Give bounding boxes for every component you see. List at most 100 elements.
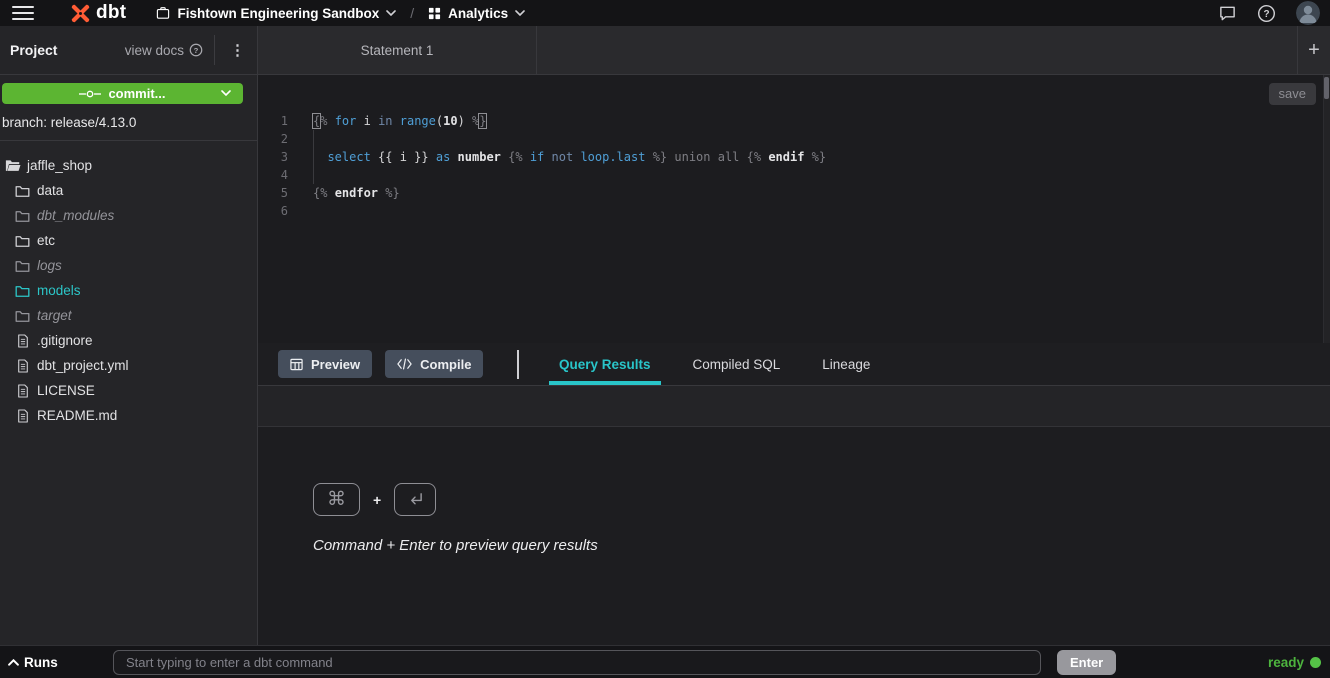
dbt-logo-icon [70,3,91,24]
tree-item-label: etc [37,233,55,248]
tab-query-results[interactable]: Query Results [549,343,661,385]
command-key-glyph: ⌘ [327,490,346,509]
line-number: 3 [258,148,295,166]
code-text: {% endfor %} [295,184,400,202]
indent-guide [313,130,314,184]
project-menu[interactable]: Analytics [428,6,525,21]
tree-item-label: data [37,183,63,198]
line-number: 1 [258,112,295,130]
commit-button-label: commit... [108,86,165,101]
tree-item-README.md[interactable]: README.md [0,403,257,428]
hamburger-menu-icon[interactable] [12,6,34,20]
sidebar-title: Project [10,42,57,58]
user-avatar[interactable] [1296,1,1320,25]
folder-icon [14,234,31,247]
tree-item-dbt_modules[interactable]: dbt_modules [0,203,257,228]
tree-item-label: logs [37,258,62,273]
tree-item-label: dbt_modules [37,208,114,223]
line-number: 6 [258,202,295,220]
top-bar: dbt Fishtown Engineering Sandbox / Analy… [0,0,1330,26]
code-line: 4 [258,166,1330,184]
tree-item-.gitignore[interactable]: .gitignore [0,328,257,353]
tree-item-data[interactable]: data [0,178,257,203]
preview-button-label: Preview [311,357,360,372]
editor-tab-bar: Statement 1 + [258,26,1330,75]
tree-item-label: models [37,283,81,298]
code-text: select {{ i }} as number {% if not loop.… [295,148,826,166]
results-subheader [258,386,1330,427]
tab-compiled-sql[interactable]: Compiled SQL [683,343,791,385]
tree-item-label: dbt_project.yml [37,358,129,373]
branch-label: branch: release/4.13.0 [2,115,257,130]
tree-item-logs[interactable]: logs [0,253,257,278]
new-tab-button[interactable]: + [1297,26,1330,74]
view-docs-label: view docs [125,43,184,58]
help-icon[interactable]: ? [1257,4,1276,23]
runs-toggle[interactable]: Runs [8,655,105,670]
tree-item-etc[interactable]: etc [0,228,257,253]
compile-button-label: Compile [420,357,471,372]
toolbar-divider [517,350,519,379]
tree-item-label: jaffle_shop [27,158,92,173]
tree-item-models[interactable]: models [0,278,257,303]
folder-icon [14,284,31,297]
tree-item-dbt_project.yml[interactable]: dbt_project.yml [0,353,257,378]
shortcut-hint: ⌘ + Command + Enter to preview query res… [313,483,598,554]
code-text [295,130,320,148]
editor-tab-statement-1[interactable]: Statement 1 [258,26,537,74]
grid-icon [428,7,441,20]
enter-key-icon [394,483,436,516]
code-line: 2 [258,130,1330,148]
preview-button[interactable]: Preview [278,350,372,378]
code-area: 1{% for i in range(10) %}2 3 select {{ i… [258,75,1330,220]
status-label: ready [1268,655,1304,670]
chevron-down-icon [386,10,396,16]
tree-item-target[interactable]: target [0,303,257,328]
dbt-logo[interactable]: dbt [70,3,126,24]
code-text [295,166,320,184]
svg-text:?: ? [194,46,199,55]
tab-lineage[interactable]: Lineage [812,343,880,385]
scrollbar-thumb[interactable] [1324,77,1329,99]
table-icon [290,358,303,371]
tree-item-jaffle_shop[interactable]: jaffle_shop [0,153,257,178]
save-button[interactable]: save [1269,83,1316,105]
sidebar-menu-icon[interactable]: ⋮ [226,41,249,59]
tree-item-label: README.md [37,408,117,423]
enter-button[interactable]: Enter [1057,650,1116,675]
folder-icon [14,184,31,197]
account-menu[interactable]: Fishtown Engineering Sandbox [156,6,396,21]
status-dot [1310,657,1321,668]
file-icon [14,334,31,348]
results-tabs: Query Results Compiled SQL Lineage [549,343,880,385]
header-divider [214,35,215,65]
folder-icon [14,209,31,222]
code-line: 6 [258,202,1330,220]
compile-button[interactable]: Compile [385,350,483,378]
status-bar: Runs Enter ready [0,645,1330,678]
status-indicator: ready [1268,655,1321,670]
chevron-down-icon [221,90,231,96]
dbt-logo-text: dbt [96,3,126,22]
code-line: 3 select {{ i }} as number {% if not loo… [258,148,1330,166]
code-text: {% for i in range(10) %} [295,112,486,130]
file-explorer-sidebar: Project view docs ? ⋮ [0,26,258,645]
folder-open-icon [4,159,21,172]
tree-item-LICENSE[interactable]: LICENSE [0,378,257,403]
code-line: 1{% for i in range(10) %} [258,112,1330,130]
code-editor[interactable]: save 1{% for i in range(10) %}2 3 select… [258,75,1330,343]
dbt-command-input[interactable] [113,650,1041,675]
commit-button[interactable]: commit... [2,83,243,104]
editor-scrollbar[interactable] [1323,75,1330,343]
chat-icon[interactable] [1218,4,1237,22]
folder-icon [14,259,31,272]
editor-tab-label: Statement 1 [361,43,434,58]
file-icon [14,409,31,423]
dbt-cloud-ide: dbt Fishtown Engineering Sandbox / Analy… [0,0,1330,678]
results-toolbar: Preview Compile Query Results Compiled SQ… [258,343,1330,386]
tree-item-label: target [37,308,72,323]
view-docs-link[interactable]: view docs ? [125,43,203,58]
project-menu-label: Analytics [448,6,508,21]
briefcase-icon [156,6,170,20]
code-line: 5{% endfor %} [258,184,1330,202]
